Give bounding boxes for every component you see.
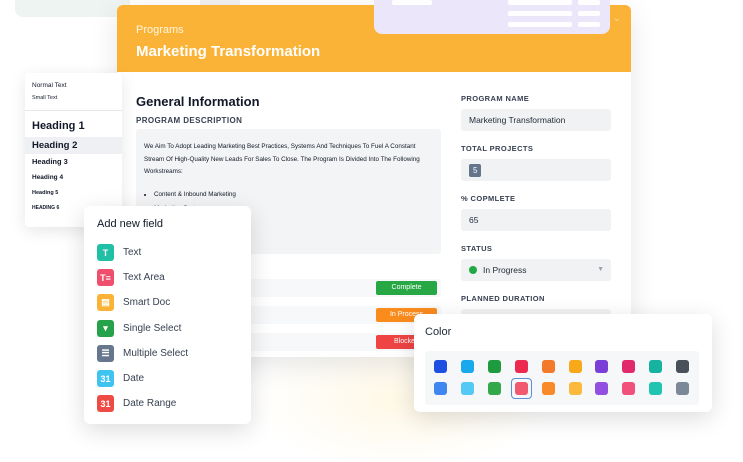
field-type-label: Text Area bbox=[123, 272, 165, 284]
color-swatch[interactable] bbox=[676, 360, 690, 373]
color-swatch[interactable] bbox=[622, 382, 636, 395]
description-label: PROGRAM DESCRIPTION bbox=[136, 116, 243, 125]
color-swatch[interactable] bbox=[460, 360, 474, 373]
field-type-text-area[interactable]: T≡ Text Area bbox=[97, 265, 238, 290]
status-label: STATUS bbox=[461, 244, 493, 253]
add-field-menu: Add new field T Text T≡ Text Area ▤ Smart Doc… bbox=[84, 206, 251, 424]
planned-duration-label: PLANNED DURATION bbox=[461, 294, 545, 303]
divider bbox=[25, 110, 122, 111]
style-small-text[interactable]: Small Text bbox=[25, 92, 122, 105]
program-name-label: PROGRAM NAME bbox=[461, 94, 530, 103]
program-name-field[interactable]: Marketing Transformation bbox=[461, 109, 611, 131]
field-type-multiple-select[interactable]: ☰ Multiple Select bbox=[97, 341, 238, 366]
field-type-smart-doc[interactable]: ▤ Smart Doc bbox=[97, 290, 238, 315]
program-fields: PROGRAM NAME Marketing Transformation TO… bbox=[461, 94, 611, 344]
field-type-list: T Text T≡ Text Area ▤ Smart Doc ▾ Single Select… bbox=[97, 240, 238, 416]
color-swatch[interactable] bbox=[568, 382, 582, 395]
color-swatch[interactable] bbox=[568, 360, 582, 373]
color-picker: Color bbox=[414, 314, 712, 412]
background-table-card bbox=[374, 0, 610, 34]
color-picker-title: Color bbox=[425, 326, 452, 338]
table-cell bbox=[578, 11, 600, 16]
calendar-icon: 31 bbox=[97, 370, 114, 388]
chevron-down-icon: ▼ bbox=[597, 266, 604, 273]
table-cell bbox=[578, 22, 600, 27]
color-swatch[interactable] bbox=[514, 382, 528, 395]
status-dot-icon bbox=[469, 266, 477, 274]
table-cell bbox=[508, 0, 572, 5]
field-type-label: Text bbox=[123, 247, 142, 259]
style-heading-5[interactable]: Heading 5 bbox=[25, 186, 122, 201]
table-cell bbox=[578, 0, 600, 5]
style-heading-2[interactable]: Heading 2 bbox=[25, 137, 122, 154]
total-projects-label: TOTAL PROJECTS bbox=[461, 144, 534, 153]
status-select[interactable]: In Progress ▼ bbox=[461, 259, 611, 281]
color-swatch[interactable] bbox=[434, 382, 447, 395]
color-swatch[interactable] bbox=[595, 360, 609, 373]
calendar-range-icon: 31 bbox=[97, 395, 114, 413]
field-type-label: Multiple Select bbox=[123, 347, 189, 359]
color-swatch[interactable] bbox=[514, 360, 528, 373]
color-swatch[interactable] bbox=[434, 360, 447, 373]
percent-complete-field[interactable]: 65 bbox=[461, 209, 611, 231]
style-heading-1[interactable]: Heading 1 bbox=[25, 115, 122, 137]
heading-style-menu: Normal Text Small Text Heading 1 Heading… bbox=[25, 73, 122, 227]
smart-doc-icon: ▤ bbox=[97, 294, 114, 312]
text-area-icon: T≡ bbox=[97, 269, 114, 287]
status-badge[interactable]: Complete bbox=[376, 281, 437, 295]
field-type-date-range[interactable]: 31 Date Range bbox=[97, 391, 238, 416]
status-value: In Progress bbox=[483, 265, 527, 275]
style-heading-4[interactable]: Heading 4 bbox=[25, 170, 122, 186]
chevron-down-icon[interactable]: ⌄ bbox=[613, 13, 621, 24]
color-swatch[interactable] bbox=[460, 382, 474, 395]
color-swatch[interactable] bbox=[487, 360, 501, 373]
single-select-icon: ▾ bbox=[97, 319, 114, 337]
field-type-label: Date bbox=[123, 373, 145, 385]
section-title: General Information bbox=[136, 94, 260, 109]
color-swatch[interactable] bbox=[487, 382, 501, 395]
field-type-label: Smart Doc bbox=[123, 297, 171, 309]
workstream-item: Content & Inbound Marketing bbox=[154, 189, 433, 202]
text-icon: T bbox=[97, 244, 114, 262]
style-normal-text[interactable]: Normal Text bbox=[25, 79, 122, 92]
color-swatch[interactable] bbox=[541, 360, 555, 373]
count-badge: 5 bbox=[469, 164, 482, 178]
field-type-label: Date Range bbox=[123, 398, 177, 410]
table-cell bbox=[508, 11, 572, 16]
field-type-label: Single Select bbox=[123, 322, 182, 334]
multiple-select-icon: ☰ bbox=[97, 344, 114, 362]
color-swatch-grid bbox=[425, 351, 699, 405]
field-type-text[interactable]: T Text bbox=[97, 240, 238, 265]
description-text: We Aim To Adopt Leading Marketing Best P… bbox=[144, 143, 420, 175]
color-swatch[interactable] bbox=[676, 382, 690, 395]
color-swatch[interactable] bbox=[622, 360, 636, 373]
background-card bbox=[15, 0, 130, 17]
total-projects-field[interactable]: 5 bbox=[461, 159, 611, 181]
color-swatch[interactable] bbox=[649, 360, 663, 373]
table-cell bbox=[508, 22, 572, 27]
field-type-date[interactable]: 31 Date bbox=[97, 366, 238, 391]
menu-title: Add new field bbox=[97, 218, 164, 230]
field-type-single-select[interactable]: ▾ Single Select bbox=[97, 316, 238, 341]
color-swatch[interactable] bbox=[541, 382, 555, 395]
color-swatch[interactable] bbox=[595, 382, 609, 395]
style-heading-3[interactable]: Heading 3 bbox=[25, 154, 122, 170]
percent-complete-label: % COPMLETE bbox=[461, 194, 516, 203]
page-title: Marketing Transformation bbox=[136, 43, 321, 60]
table-cell bbox=[392, 0, 432, 5]
color-swatch[interactable] bbox=[649, 382, 663, 395]
